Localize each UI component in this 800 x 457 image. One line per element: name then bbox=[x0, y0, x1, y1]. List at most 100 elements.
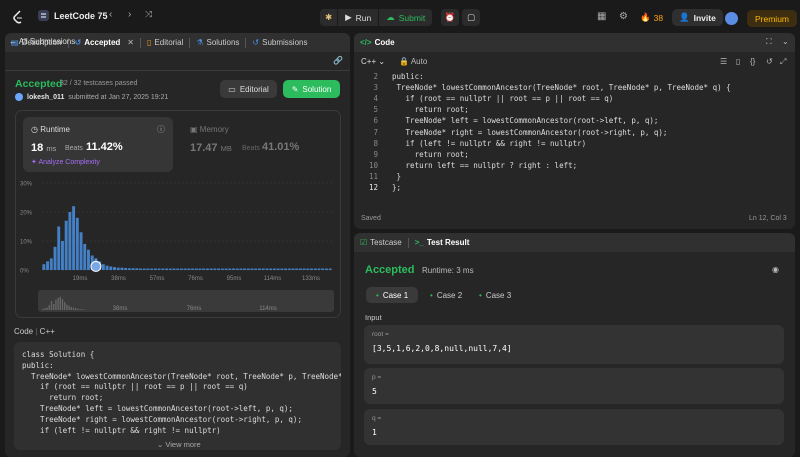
mini-bar bbox=[50, 301, 53, 310]
chart-bar bbox=[258, 268, 261, 270]
streak-count: 38 bbox=[653, 12, 664, 23]
tab-submissions[interactable]: ↺ Submissions bbox=[246, 38, 313, 47]
chart-bar bbox=[235, 268, 239, 270]
code-line: if (root == nullptr || root == p || root… bbox=[22, 382, 248, 392]
tab-test-result[interactable]: >_ Test Result bbox=[409, 238, 476, 247]
editor-line: TreeNode* left = lowestCommonAncestor(ro… bbox=[392, 116, 659, 126]
problem-list-title[interactable]: LeetCode 75 bbox=[38, 10, 108, 21]
chart-bar bbox=[295, 268, 299, 270]
submitted-time: submitted at Jan 27, 2025 19:21 bbox=[68, 93, 169, 101]
eye-icon[interactable]: ◉ bbox=[772, 265, 779, 274]
code-line: return root; bbox=[22, 393, 104, 403]
gear-icon[interactable]: ⚙ bbox=[619, 11, 628, 22]
mini-bar bbox=[83, 309, 86, 310]
tab-accepted[interactable]: ↺ Accepted ✕ bbox=[69, 38, 140, 47]
submit-button[interactable]: ☁ Submit bbox=[379, 9, 433, 26]
var-value[interactable]: 1 bbox=[372, 428, 377, 437]
view-more-button[interactable]: ⌄ View more bbox=[157, 440, 201, 449]
input-var-root: root = [3,5,1,6,2,0,8,null,null,7,4] bbox=[364, 325, 784, 364]
memory-unit: MB bbox=[220, 144, 232, 153]
debug-button[interactable]: ✱ bbox=[320, 9, 338, 26]
var-name: root = bbox=[372, 331, 389, 338]
memory-title-row[interactable]: ▣ Memory bbox=[190, 125, 229, 134]
bookmark-icon[interactable]: ▯ bbox=[736, 57, 740, 66]
chart-bar bbox=[64, 220, 68, 270]
analyze-complexity-link[interactable]: ✦ Analyze Complexity bbox=[31, 158, 100, 166]
chevron-down-icon[interactable]: ⌄ bbox=[782, 37, 789, 46]
runtime-beats-label: Beats bbox=[65, 145, 83, 152]
chart-bar bbox=[272, 268, 276, 270]
status-dot: • bbox=[376, 290, 379, 300]
chart-bar bbox=[243, 268, 247, 270]
y-tick-label: 20% bbox=[20, 211, 33, 217]
case-3-tab[interactable]: • Case 3 bbox=[469, 287, 521, 303]
invite-button[interactable]: 👤 Invite bbox=[672, 9, 723, 26]
code-label: Code bbox=[14, 327, 34, 336]
language-select[interactable]: C++ ⌄ bbox=[361, 57, 385, 66]
chart-bar bbox=[202, 268, 206, 270]
premium-button[interactable]: Premium bbox=[747, 10, 798, 27]
share-link-icon[interactable]: 🔗 bbox=[333, 56, 343, 65]
auto-mode[interactable]: 🔒 Auto bbox=[399, 57, 427, 66]
runtime-unit: ms bbox=[46, 144, 57, 153]
streak-counter[interactable]: 🔥 38 bbox=[640, 12, 663, 23]
tab-code[interactable]: </> Code bbox=[354, 38, 401, 47]
username[interactable]: lokesh_011 bbox=[27, 94, 64, 101]
editor-line: public: bbox=[392, 72, 424, 81]
chart-bar bbox=[157, 268, 161, 270]
editor-line: return left == nullptr ? right : left; bbox=[392, 160, 578, 170]
leetcode-logo-icon[interactable] bbox=[12, 10, 24, 24]
tab-testcase[interactable]: ☑ Testcase bbox=[354, 238, 408, 247]
runtime-title-row: ◷ Runtime bbox=[31, 125, 70, 134]
editor-line: }; bbox=[392, 183, 402, 192]
chart-bar bbox=[220, 268, 224, 270]
maximize-icon[interactable]: ⛶ bbox=[766, 37, 772, 47]
editor-line: TreeNode* right = lowestCommonAncestor(r… bbox=[392, 127, 668, 137]
avatar[interactable] bbox=[725, 12, 738, 25]
expand-icon[interactable]: ⤢ bbox=[780, 57, 786, 67]
braces-icon[interactable]: {} bbox=[750, 57, 755, 66]
case-2-tab[interactable]: • Case 2 bbox=[420, 287, 472, 303]
chart-bar bbox=[232, 268, 235, 270]
tab-editorial[interactable]: ▯ Editorial bbox=[141, 38, 189, 47]
chart-bar bbox=[324, 268, 328, 270]
reset-icon[interactable]: ↺ bbox=[766, 57, 773, 66]
sparkle-icon: ✦ bbox=[31, 159, 37, 166]
runtime-distribution-chart[interactable]: 30% 20% 10% 0% 19ms 38ms 57ms 76ms 95ms 114ms 133m… bbox=[20, 176, 336, 314]
chart-bar bbox=[135, 268, 139, 270]
mini-tick-label: 76ms bbox=[187, 306, 202, 312]
chip-icon: ▣ bbox=[190, 125, 198, 134]
case-1-tab[interactable]: • Case 1 bbox=[366, 287, 419, 303]
solution-button[interactable]: ✎ Solution bbox=[283, 80, 340, 98]
mini-bar bbox=[44, 308, 46, 310]
mini-bar bbox=[64, 302, 66, 310]
prev-icon[interactable]: ‹ bbox=[109, 9, 112, 20]
tab-test-result-label: Test Result bbox=[426, 238, 470, 247]
chart-bar bbox=[276, 268, 280, 270]
editor-line: return root; bbox=[392, 105, 469, 115]
mini-tick-label: 38ms bbox=[113, 306, 128, 312]
var-value[interactable]: [3,5,1,6,2,0,8,null,null,7,4] bbox=[372, 344, 512, 353]
mini-bar bbox=[68, 305, 70, 310]
notes-button[interactable]: ▢ bbox=[462, 9, 480, 26]
line-number: 10 bbox=[368, 160, 378, 170]
all-submissions-link[interactable]: ← All Submissions bbox=[9, 37, 75, 46]
format-icon[interactable]: ☰ bbox=[720, 57, 727, 66]
layout-icon[interactable]: ▦ bbox=[597, 11, 606, 22]
code-language: C++ bbox=[39, 327, 55, 336]
chart-bar bbox=[139, 268, 142, 270]
chart-bar bbox=[269, 268, 273, 270]
test-tab-bar: ☑ Testcase >_ Test Result bbox=[354, 233, 795, 252]
info-icon[interactable]: ⓘ bbox=[157, 124, 165, 135]
next-icon[interactable]: › bbox=[128, 9, 131, 20]
shuffle-icon[interactable]: ⤨ bbox=[145, 9, 152, 20]
edit-icon: ✎ bbox=[291, 84, 299, 94]
var-value[interactable]: 5 bbox=[372, 387, 377, 396]
close-icon[interactable]: ✕ bbox=[127, 38, 134, 47]
timer-button[interactable]: ⏰ bbox=[441, 9, 459, 26]
editorial-button[interactable]: ▭ Editorial bbox=[220, 80, 277, 98]
tab-solutions[interactable]: ⚗ Solutions bbox=[190, 38, 245, 47]
fire-icon: 🔥 bbox=[640, 12, 651, 22]
language-label: C++ bbox=[361, 57, 377, 66]
run-button[interactable]: ▶ Run bbox=[338, 9, 379, 26]
